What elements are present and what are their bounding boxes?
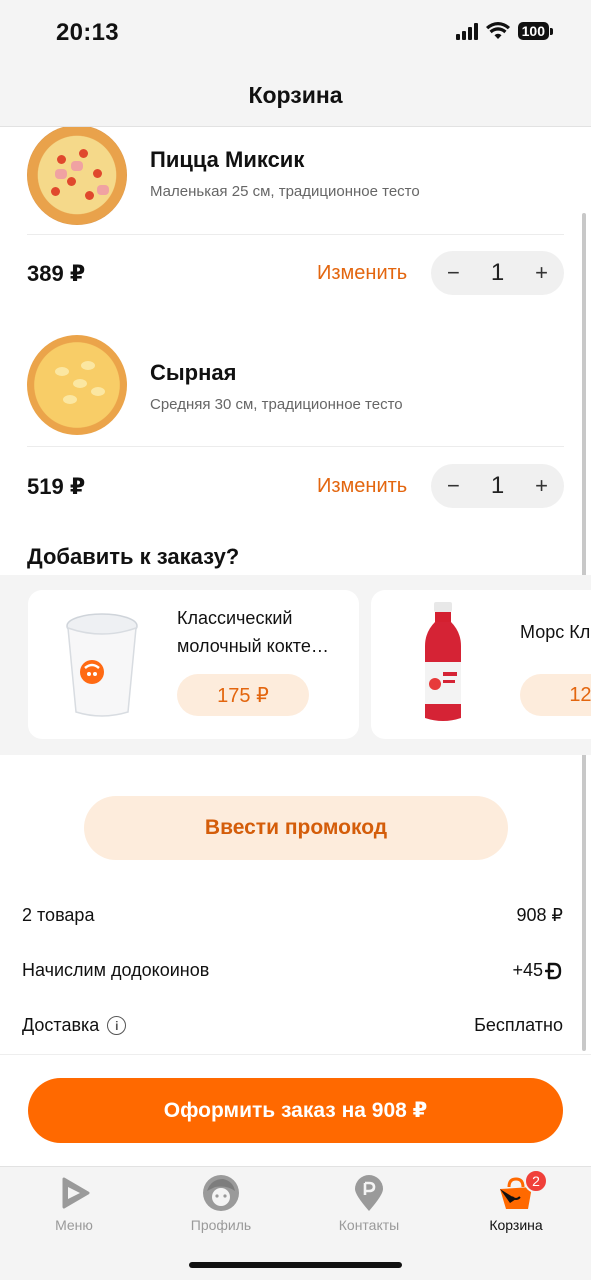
increase-button[interactable]: + xyxy=(535,260,548,286)
divider xyxy=(27,234,564,235)
upsell-price-button[interactable]: 129 xyxy=(520,674,591,716)
tab-label: Профиль xyxy=(190,1217,252,1233)
home-indicator xyxy=(189,1262,402,1268)
pizza-image xyxy=(27,335,127,435)
tab-profile[interactable]: Профиль xyxy=(161,1173,281,1233)
item-description: Средняя 30 см, традиционное тесто xyxy=(150,396,403,413)
juice-bottle-image xyxy=(425,602,461,721)
summary-coins-row: Начислим додокоинов +45 xyxy=(22,960,563,981)
quantity-stepper: − 1 + xyxy=(431,251,564,295)
increase-button[interactable]: + xyxy=(535,473,548,499)
status-time: 20:13 xyxy=(56,19,119,46)
decrease-button[interactable]: − xyxy=(447,260,460,286)
profile-icon xyxy=(201,1173,241,1213)
wifi-icon xyxy=(485,22,510,39)
pizza-image xyxy=(27,125,127,225)
item-name: Пицца Миксик xyxy=(150,147,305,172)
menu-icon xyxy=(54,1173,94,1213)
tab-label: Меню xyxy=(55,1217,93,1233)
item-price: 519 ₽ xyxy=(27,474,86,499)
promo-code-button[interactable]: Ввести промокод xyxy=(84,796,508,860)
status-icons: 100 xyxy=(455,22,553,40)
edit-item-button[interactable]: Изменить xyxy=(317,475,407,498)
quantity-stepper: − 1 + xyxy=(431,464,564,508)
decrease-button[interactable]: − xyxy=(447,473,460,499)
quantity-value: 1 xyxy=(490,472,505,499)
top-bar: 20:13 100 Корзина xyxy=(0,0,591,127)
info-icon[interactable]: i xyxy=(107,1016,127,1035)
items-total: 908 ₽ xyxy=(516,905,564,925)
battery-icon: 100 xyxy=(517,22,553,40)
tab-label: Контакты xyxy=(338,1217,400,1233)
summary-items-row: 2 товара 908 ₽ xyxy=(22,905,563,926)
items-count-label: 2 товара xyxy=(22,905,95,925)
upsell-item-name: Классический молочный кокте… xyxy=(177,608,329,656)
edit-item-button[interactable]: Изменить xyxy=(317,262,407,285)
dodocoin-icon xyxy=(545,962,562,979)
coins-value: +45 xyxy=(512,960,543,980)
summary-delivery-row: Доставка i Бесплатно xyxy=(22,1015,563,1036)
checkout-area: Оформить заказ на 908 ₽ xyxy=(0,1054,591,1166)
upsell-item-name: Морс Кл xyxy=(520,622,591,642)
coins-label: Начислим додокоинов xyxy=(22,960,210,980)
cart-count-badge: 2 xyxy=(524,1169,548,1193)
checkout-button[interactable]: Оформить заказ на 908 ₽ xyxy=(28,1078,563,1143)
quantity-value: 1 xyxy=(490,259,505,286)
tab-contacts[interactable]: Контакты xyxy=(309,1173,429,1233)
delivery-value: Бесплатно xyxy=(474,1015,563,1035)
tab-cart[interactable]: 2 Корзина xyxy=(456,1169,576,1233)
item-description: Маленькая 25 см, традиционное тесто xyxy=(150,183,420,200)
divider xyxy=(27,446,564,447)
upsell-card[interactable]: Морс Кл 129 xyxy=(371,590,591,739)
upsell-title: Добавить к заказу? xyxy=(27,544,240,569)
delivery-label: Доставка xyxy=(22,1015,100,1035)
item-name: Сырная xyxy=(150,360,237,385)
milkshake-image xyxy=(66,613,138,717)
upsell-price-button[interactable]: 175 ₽ xyxy=(177,674,309,716)
tab-label: Корзина xyxy=(489,1217,543,1233)
item-price: 389 ₽ xyxy=(27,261,86,286)
tab-menu[interactable]: Меню xyxy=(14,1173,134,1233)
cart-bag-icon: 2 xyxy=(496,1169,548,1213)
battery-level: 100 xyxy=(517,22,549,40)
upsell-card[interactable]: Классический молочный кокте… 175 ₽ xyxy=(28,590,359,739)
page-title: Корзина xyxy=(248,82,343,108)
upsell-carousel[interactable]: Классический молочный кокте… 175 ₽ Морс … xyxy=(0,575,591,755)
location-pin-icon xyxy=(349,1173,389,1213)
cellular-signal-icon xyxy=(455,22,478,40)
